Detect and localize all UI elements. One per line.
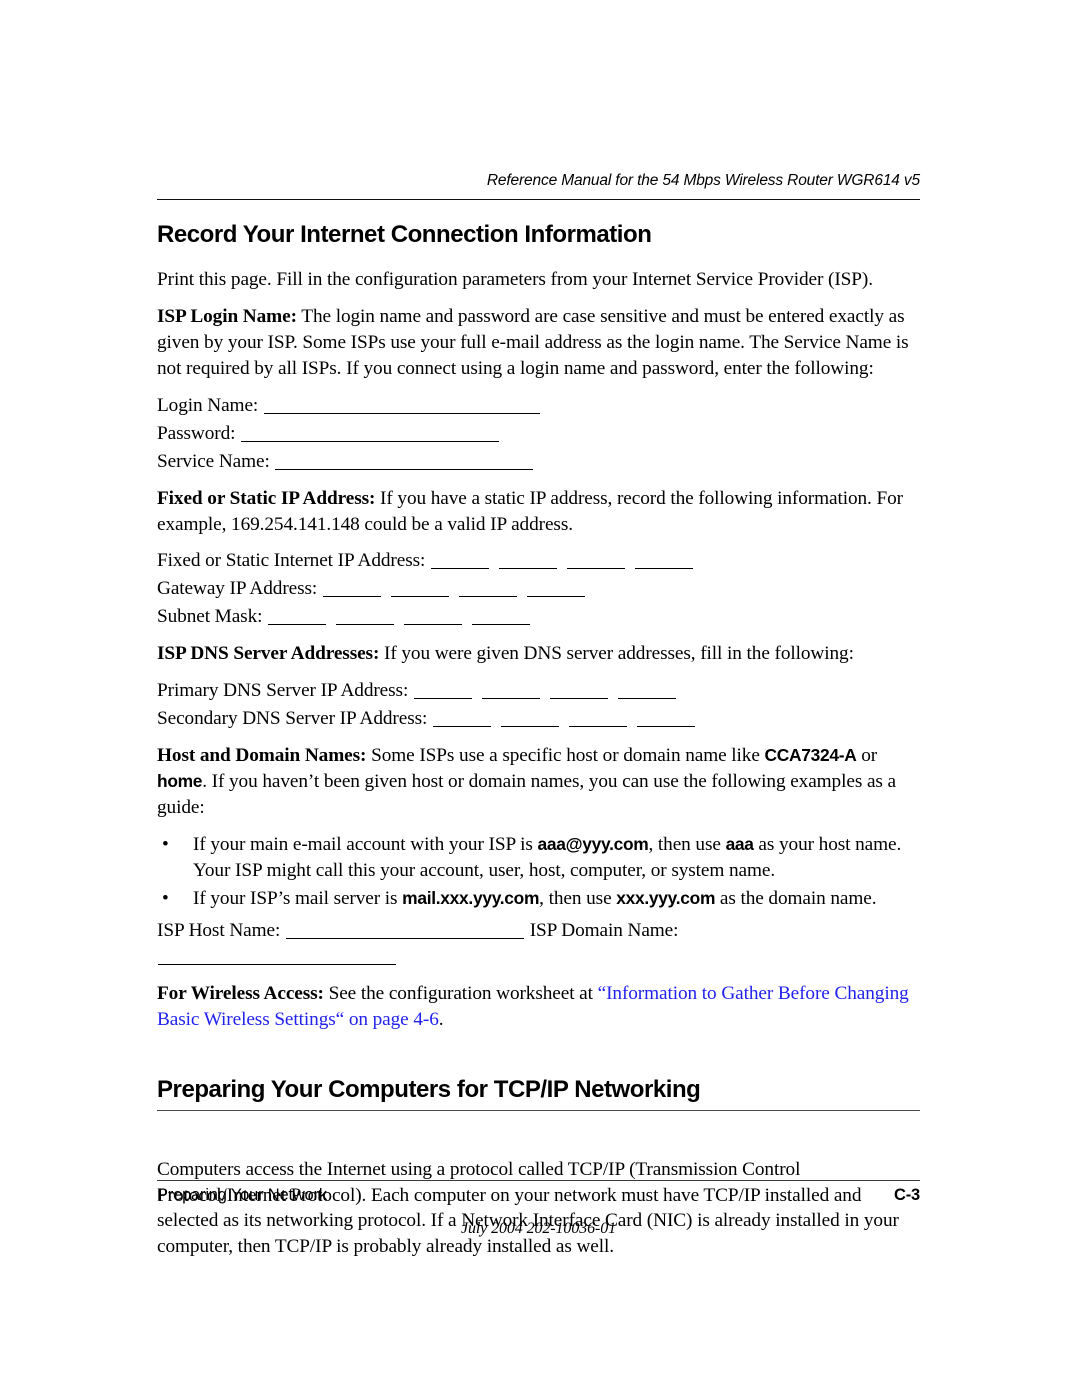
intro-paragraph: Print this page. Fill in the configurati…	[157, 267, 920, 293]
secondary-dns-octet-4-blank[interactable]	[637, 726, 696, 728]
service-name-blank[interactable]	[275, 468, 534, 470]
bullet-icon: •	[162, 834, 169, 856]
primary-dns-octet-1-blank[interactable]	[413, 698, 472, 700]
tcpip-text: Computers access the Internet using a pr…	[157, 1158, 899, 1258]
host-domain-text-a: Some ISPs use a specific host or domain …	[366, 745, 765, 767]
fixed-ip-label: Fixed or Static Internet IP Address:	[157, 550, 426, 572]
isp-host-name-blank[interactable]	[285, 937, 524, 939]
fixed-ip-octet-4-blank[interactable]	[635, 568, 693, 570]
fixed-ip-octet-3-blank[interactable]	[567, 568, 625, 570]
secondary-dns-octet-3-blank[interactable]	[569, 726, 628, 728]
secondary-dns-field-row: Secondary DNS Server IP Address:	[157, 706, 920, 732]
page-content: Record Your Internet Connection Informat…	[157, 221, 920, 1271]
subnet-mask-label: Subnet Mask:	[157, 606, 263, 628]
host-domain-text-b: or	[856, 745, 878, 767]
examples-bullet-list: • If your main e-mail account with your I…	[157, 832, 920, 912]
static-ip-label: Fixed or Static IP Address:	[157, 487, 376, 509]
password-blank[interactable]	[241, 440, 500, 442]
dns-text: If you were given DNS server addresses, …	[379, 643, 854, 665]
gateway-ip-label: Gateway IP Address:	[157, 578, 318, 600]
dns-paragraph: ISP DNS Server Addresses: If you were gi…	[157, 641, 920, 667]
host-domain-example-a: CCA7324-A	[764, 745, 857, 766]
footer-chapter-name: Preparing Your Network	[157, 1186, 327, 1204]
gateway-ip-octet-4-blank[interactable]	[526, 596, 585, 598]
footer-document-id: July 2004 202-10036-01	[460, 1220, 617, 1237]
primary-dns-label: Primary DNS Server IP Address:	[157, 680, 409, 702]
service-name-label: Service Name:	[157, 450, 270, 472]
fixed-ip-octet-2-blank[interactable]	[499, 568, 557, 570]
list-item: • If your main e-mail account with your I…	[157, 832, 920, 884]
fixed-ip-octet-1-blank[interactable]	[431, 568, 489, 570]
subnet-mask-octet-2-blank[interactable]	[336, 624, 395, 626]
intro-text: Print this page. Fill in the configurati…	[157, 268, 873, 290]
isp-login-label: ISP Login Name:	[157, 305, 297, 327]
bullet-1-part2: , then use	[648, 834, 726, 856]
page-footer: Preparing Your Network C-3	[157, 1186, 920, 1205]
bullet-2-part3: as the domain name.	[715, 887, 877, 909]
list-item: • If your ISP’s mail server is mail.xxx.y…	[157, 886, 920, 912]
page-number: C-3	[894, 1186, 920, 1204]
tcpip-paragraph: Computers access the Internet using a pr…	[157, 1157, 920, 1261]
login-name-field-row: Login Name:	[157, 393, 920, 419]
bullet-1-code2: aaa	[725, 834, 754, 855]
bullet-2-code1: mail.xxx.yyy.com	[402, 887, 540, 908]
header-divider-rule	[157, 199, 920, 200]
bullet-1-code1: aaa@yyy.com	[537, 834, 649, 855]
isp-domain-name-label: ISP Domain Name:	[529, 919, 679, 941]
subnet-mask-field-row: Subnet Mask:	[157, 604, 920, 630]
section-title-tcpip: Preparing Your Computers for TCP/IP Netw…	[157, 1076, 920, 1111]
isp-domain-name-blank[interactable]	[158, 963, 396, 965]
wireless-access-label: For Wireless Access:	[157, 982, 324, 1004]
bullet-icon: •	[162, 887, 169, 909]
host-domain-text-c: . If you haven’t been given host or doma…	[157, 771, 896, 819]
host-domain-paragraph: Host and Domain Names: Some ISPs use a s…	[157, 743, 920, 821]
host-domain-example-b: home	[157, 771, 203, 792]
wireless-access-paragraph: For Wireless Access: See the configurati…	[157, 981, 920, 1033]
isp-host-name-label: ISP Host Name:	[157, 919, 281, 941]
static-ip-paragraph: Fixed or Static IP Address: If you have …	[157, 486, 920, 538]
bullet-2-part1: If your ISP’s mail server is	[193, 887, 403, 909]
wireless-access-text: See the configuration worksheet at	[323, 982, 598, 1004]
primary-dns-octet-3-blank[interactable]	[549, 698, 608, 700]
bullet-2-code2: xxx.yyy.com	[616, 887, 716, 908]
running-header: Reference Manual for the 54 Mbps Wireles…	[486, 172, 920, 189]
secondary-dns-label: Secondary DNS Server IP Address:	[157, 708, 428, 730]
login-name-blank[interactable]	[263, 412, 540, 414]
footer-divider-rule	[157, 1180, 920, 1181]
dns-label: ISP DNS Server Addresses:	[157, 643, 380, 665]
primary-dns-octet-2-blank[interactable]	[481, 698, 540, 700]
bullet-2-part2: , then use	[539, 887, 617, 909]
password-label: Password:	[157, 422, 236, 444]
wireless-access-trailing: .	[438, 1008, 444, 1030]
login-name-label: Login Name:	[157, 394, 259, 416]
secondary-dns-octet-1-blank[interactable]	[433, 726, 492, 728]
gateway-ip-octet-1-blank[interactable]	[322, 596, 381, 598]
gateway-ip-octet-3-blank[interactable]	[458, 596, 517, 598]
page-title: Record Your Internet Connection Informat…	[157, 221, 652, 248]
subnet-mask-octet-1-blank[interactable]	[268, 624, 327, 626]
gateway-ip-field-row: Gateway IP Address:	[157, 576, 920, 602]
service-name-field-row: Service Name:	[157, 449, 920, 475]
password-field-row: Password:	[157, 421, 920, 447]
gateway-ip-octet-2-blank[interactable]	[390, 596, 449, 598]
isp-login-paragraph: ISP Login Name: The login name and passw…	[157, 304, 920, 382]
subnet-mask-octet-3-blank[interactable]	[404, 624, 463, 626]
secondary-dns-octet-2-blank[interactable]	[501, 726, 560, 728]
subnet-mask-octet-4-blank[interactable]	[472, 624, 531, 626]
primary-dns-field-row: Primary DNS Server IP Address:	[157, 678, 920, 704]
fixed-ip-field-row: Fixed or Static Internet IP Address:	[157, 548, 920, 574]
primary-dns-octet-4-blank[interactable]	[617, 698, 676, 700]
host-domain-label: Host and Domain Names:	[157, 745, 367, 767]
isp-names-field-row: ISP Host Name: ISP Domain Name:	[157, 918, 920, 970]
bullet-1-part1: If your main e-mail account with your IS…	[193, 834, 538, 856]
